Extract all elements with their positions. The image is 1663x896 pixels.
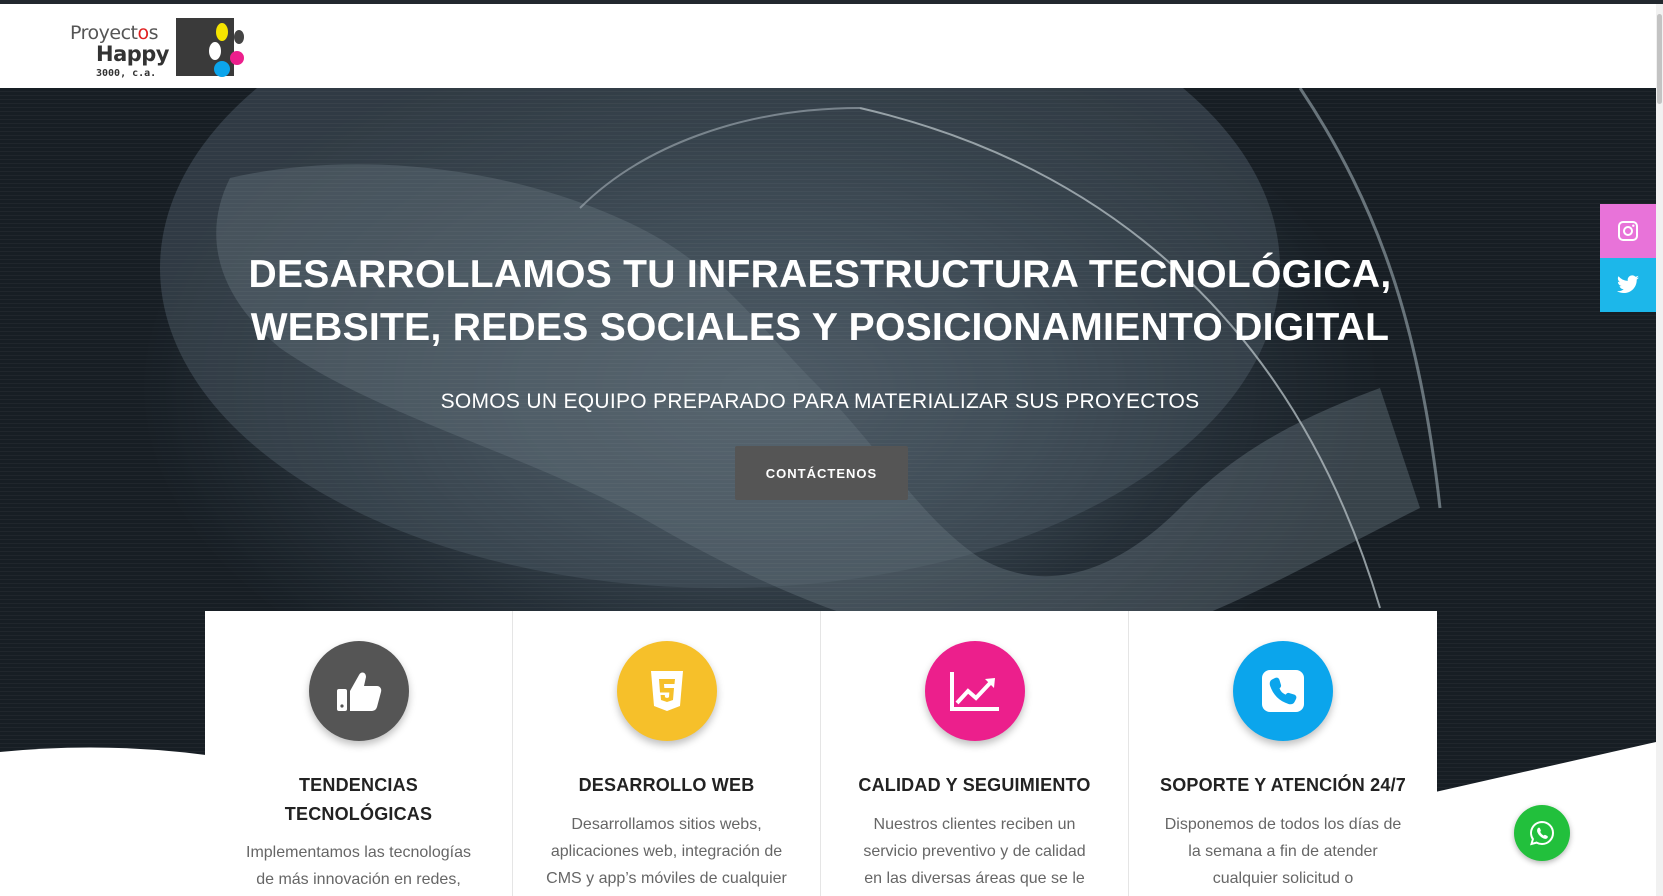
service-text: Disponemos de todos los días de la seman… [1164,816,1402,887]
service-icon-circle [617,641,717,741]
headline-line-1: DESARROLLAMOS TU INFRAESTRUCTURA TECNOLÓ… [248,253,1392,296]
chart-line-icon [950,672,999,711]
service-title: SOPORTE Y ATENCIÓN 24/7 [1159,775,1406,795]
whatsapp-icon [1530,820,1554,846]
service-icon-circle [309,641,409,741]
scrollbar-thumb[interactable] [1657,14,1662,104]
logo-mark-icon [176,18,244,77]
service-title: TENDENCIAS TECNOLÓGICAS [284,775,433,824]
instagram-icon [1618,221,1638,241]
brand-logo[interactable]: Proyectos Happy 3000, c.a. [70,16,255,86]
page-scrollbar[interactable] [1656,4,1663,896]
whatsapp-button[interactable] [1514,805,1570,861]
service-card-trends: TENDENCIAS TECNOLÓGICAS Implementamos la… [205,611,513,896]
site-header: Proyectos Happy 3000, c.a. [0,4,1663,88]
service-title: DESARROLLO WEB [578,775,755,795]
twitter-icon [1617,275,1639,294]
service-title: CALIDAD Y SEGUIMIENTO [858,775,1091,795]
service-card-web: DESARROLLO WEB Desarrollamos sitios webs… [513,611,821,896]
logo-word-happy: Happy [96,42,170,66]
service-icon-circle [1233,641,1333,741]
service-icon-circle [925,641,1025,741]
service-card-support: SOPORTE Y ATENCIÓN 24/7 Disponemos de to… [1129,611,1437,896]
contact-button[interactable]: CONTÁCTENOS [735,446,908,500]
headline-line-2: WEBSITE, REDES SOCIALES Y POSICIONAMIENT… [250,306,1390,349]
service-card-quality: CALIDAD Y SEGUIMIENTO Nuestros clientes … [821,611,1129,896]
hero-subline: SOMOS UN EQUIPO PREPARADO PARA MATERIALI… [440,390,1200,413]
thumbs-up-icon [337,672,382,711]
html5-icon [651,671,683,711]
logo-word-3000: 3000, c.a. [96,68,157,79]
twitter-link[interactable] [1600,258,1656,312]
phone-icon [1262,670,1304,712]
logo-word-proyectos: Proyectos [70,22,159,44]
service-text: Desarrollamos sitios webs, aplicaciones … [546,816,787,887]
service-text: Nuestros clientes reciben un servicio pr… [863,816,1086,887]
services-cards: TENDENCIAS TECNOLÓGICAS Implementamos la… [205,611,1438,896]
instagram-link[interactable] [1600,204,1656,258]
hero-headline: DESARROLLAMOS TU INFRAESTRUCTURA TECNOLÓ… [180,248,1460,354]
service-text: Implementamos las tecnologías de más inn… [246,844,471,888]
